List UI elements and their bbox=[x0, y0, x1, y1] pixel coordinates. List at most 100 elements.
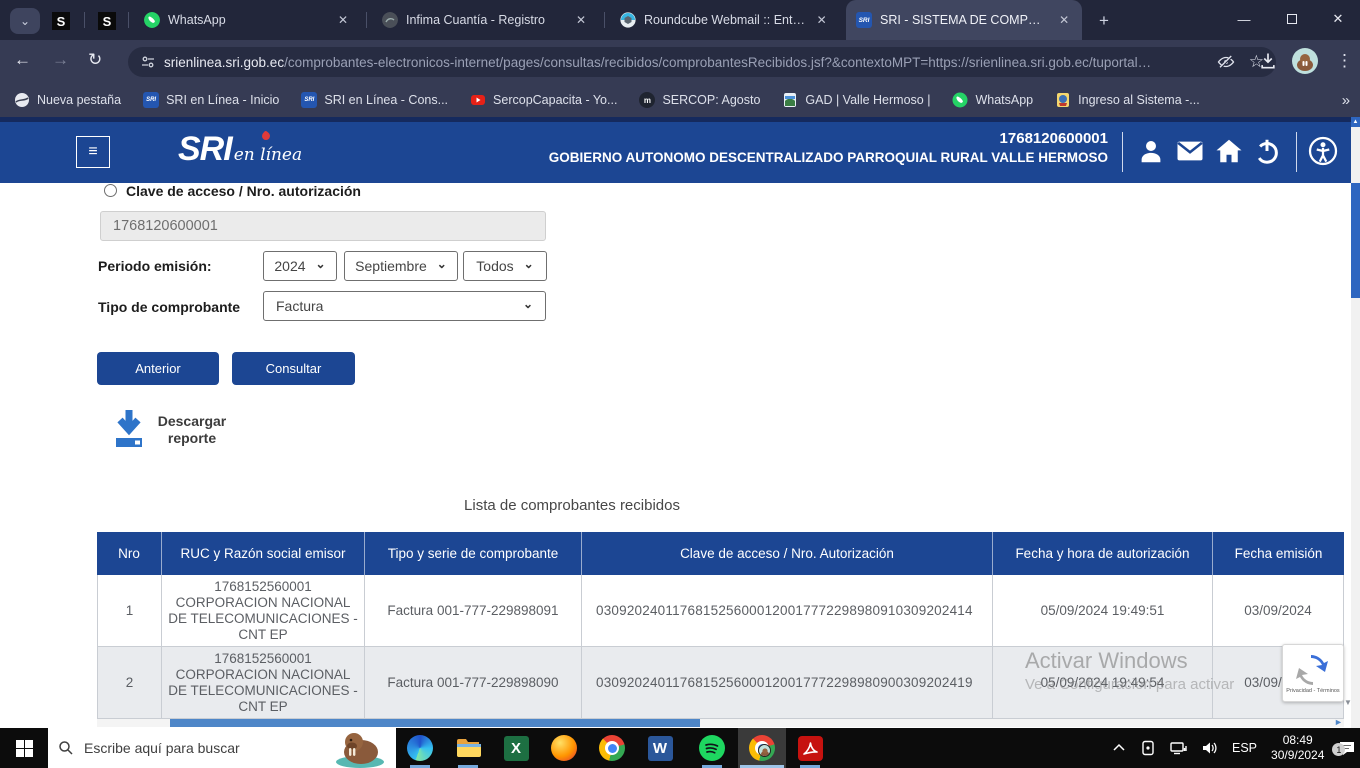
menu-hamburger-button[interactable]: ≡ bbox=[76, 136, 110, 168]
address-bar[interactable]: srienlinea.sri.gob.ec/comprobantes-elect… bbox=[128, 47, 1276, 77]
volume-icon[interactable] bbox=[1201, 740, 1218, 756]
close-icon[interactable]: ✕ bbox=[1056, 11, 1072, 29]
bookmark-ingreso-sistema[interactable]: Ingreso al Sistema -... bbox=[1055, 92, 1200, 108]
walrus-search-image[interactable] bbox=[334, 728, 386, 768]
download-report-label[interactable]: Descargar reporte bbox=[142, 413, 242, 447]
bookmark-sri-inicio[interactable]: SRI SRI en Línea - Inicio bbox=[143, 92, 279, 108]
mail-icon[interactable] bbox=[1175, 136, 1205, 166]
scroll-right-arrow[interactable]: ► bbox=[1334, 717, 1343, 727]
bookmark-sercop-agosto[interactable]: m SERCOP: Agosto bbox=[639, 92, 760, 108]
new-tab-button[interactable]: + bbox=[1092, 9, 1116, 33]
taskbar-chrome-active[interactable] bbox=[738, 728, 786, 768]
reload-button[interactable]: ↻ bbox=[88, 50, 102, 70]
tray-chevron-up-icon[interactable] bbox=[1112, 741, 1126, 755]
network-icon[interactable] bbox=[1170, 740, 1187, 756]
scroll-up-arrow[interactable]: ▲ bbox=[1351, 117, 1360, 127]
eye-off-icon[interactable] bbox=[1217, 53, 1235, 71]
sri-logo[interactable]: SRIen línea bbox=[178, 130, 302, 169]
col-header-fecha-aut[interactable]: Fecha y hora de autorización bbox=[993, 532, 1213, 575]
cell-fecha-autorizacion: 05/09/2024 19:49:51 bbox=[993, 575, 1213, 647]
downloads-icon[interactable] bbox=[1258, 50, 1278, 72]
year-select[interactable]: 2024⌄ bbox=[263, 251, 337, 281]
cell-emisor: 1768152560001 CORPORACION NACIONAL DE TE… bbox=[162, 575, 365, 647]
taskbar-clock[interactable]: 08:49 30/9/2024 bbox=[1271, 733, 1324, 763]
action-center-button[interactable]: 1 bbox=[1338, 739, 1358, 757]
horizontal-scrollbar-thumb[interactable] bbox=[170, 719, 700, 727]
avatar-image bbox=[1292, 48, 1318, 74]
accessibility-icon[interactable] bbox=[1308, 136, 1338, 166]
close-icon[interactable]: ✕ bbox=[572, 11, 590, 29]
bookmark-whatsapp[interactable]: WhatsApp bbox=[952, 92, 1033, 108]
day-select[interactable]: Todos⌄ bbox=[463, 251, 547, 281]
taskbar-search[interactable]: Escribe aquí para buscar bbox=[48, 728, 396, 768]
recaptcha-badge[interactable]: Privacidad - Términos bbox=[1282, 644, 1344, 702]
user-icon[interactable] bbox=[1136, 136, 1166, 166]
back-button[interactable]: ← bbox=[14, 50, 31, 70]
vertical-scrollbar-thumb[interactable] bbox=[1351, 183, 1360, 298]
clave-acceso-input[interactable] bbox=[100, 211, 546, 241]
consultar-button[interactable]: Consultar bbox=[232, 352, 355, 385]
col-header-tipo[interactable]: Tipo y serie de comprobante bbox=[365, 532, 582, 575]
recaptcha-privacy-terms[interactable]: Privacidad - Términos bbox=[1286, 688, 1339, 694]
close-icon[interactable]: ✕ bbox=[334, 11, 352, 29]
clock-date: 30/9/2024 bbox=[1271, 748, 1324, 762]
tipo-comprobante-select[interactable]: Factura⌄ bbox=[263, 291, 546, 321]
search-icon bbox=[58, 740, 74, 756]
tab-whatsapp[interactable]: WhatsApp ✕ bbox=[134, 0, 362, 40]
tab-roundcube[interactable]: Roundcube Webmail :: Entrada ✕ bbox=[610, 0, 840, 40]
close-icon[interactable]: ✕ bbox=[813, 11, 830, 29]
anterior-button[interactable]: Anterior bbox=[97, 352, 219, 385]
site-settings-icon[interactable] bbox=[140, 54, 156, 70]
tab-search-chevron-button[interactable]: ⌄ bbox=[10, 8, 40, 34]
tab-label: SRI - SISTEMA DE COMPROBAN bbox=[880, 13, 1048, 27]
bookmarks-overflow-button[interactable]: » bbox=[1342, 92, 1350, 109]
sri-favicon: SRI bbox=[856, 12, 872, 28]
bookmarks-bar: Nueva pestaña SRI SRI en Línea - Inicio … bbox=[0, 83, 1360, 117]
menu-dots-icon[interactable]: ⋮ bbox=[1336, 51, 1353, 71]
tipo-comprobante-label: Tipo de comprobante bbox=[98, 299, 240, 315]
taskbar-excel[interactable]: X bbox=[492, 728, 540, 768]
scroll-down-arrow[interactable]: ▼ bbox=[1344, 698, 1352, 707]
taskbar-edge[interactable] bbox=[396, 728, 444, 768]
taskbar-acrobat[interactable] bbox=[786, 728, 834, 768]
year-value: 2024 bbox=[274, 258, 305, 274]
bookmark-gad-valle-hermoso[interactable]: GAD | Valle Hermoso | bbox=[782, 92, 930, 108]
power-icon[interactable] bbox=[1252, 136, 1282, 166]
periodo-emision-label: Periodo emisión: bbox=[98, 258, 212, 274]
bookmark-sri-consultas[interactable]: SRI SRI en Línea - Cons... bbox=[301, 92, 448, 108]
phone-link-icon[interactable] bbox=[1140, 740, 1156, 756]
bookmark-label: SERCOP: Agosto bbox=[662, 93, 760, 107]
col-header-nro[interactable]: Nro bbox=[97, 532, 162, 575]
cell-nro: 2 bbox=[97, 647, 162, 719]
taskbar-word[interactable]: W bbox=[636, 728, 684, 768]
forward-button[interactable]: → bbox=[52, 50, 69, 70]
pinned-tab-1[interactable]: S bbox=[48, 8, 74, 34]
month-select[interactable]: Septiembre⌄ bbox=[344, 251, 458, 281]
home-icon[interactable] bbox=[1214, 136, 1244, 166]
language-indicator[interactable]: ESP bbox=[1232, 741, 1257, 755]
taskbar-file-explorer[interactable] bbox=[444, 728, 492, 768]
col-header-fecha-em[interactable]: Fecha emisión bbox=[1213, 532, 1344, 575]
taskbar-spotify[interactable] bbox=[688, 728, 736, 768]
profile-avatar[interactable] bbox=[1292, 48, 1318, 74]
clave-acceso-radio[interactable] bbox=[104, 184, 117, 197]
recaptcha-icon bbox=[1296, 652, 1330, 686]
window-close-button[interactable]: ✕ bbox=[1316, 0, 1360, 38]
start-button[interactable] bbox=[0, 728, 48, 768]
table-row[interactable]: 1 1768152560001 CORPORACION NACIONAL DE … bbox=[97, 575, 1344, 647]
tab-infima-cuantia[interactable]: Infima Cuantía - Registro ✕ bbox=[372, 0, 600, 40]
bookmark-nueva-pestana[interactable]: Nueva pestaña bbox=[14, 92, 121, 108]
taskbar-firefox[interactable] bbox=[540, 728, 588, 768]
col-header-clave[interactable]: Clave de acceso / Nro. Autorización bbox=[582, 532, 993, 575]
chrome-icon bbox=[749, 735, 775, 761]
taskbar-chrome[interactable] bbox=[588, 728, 636, 768]
window-minimize-button[interactable]: — bbox=[1222, 0, 1266, 38]
window-maximize-button[interactable] bbox=[1270, 0, 1314, 38]
tab-separator bbox=[604, 12, 605, 28]
pinned-tab-2[interactable]: S bbox=[94, 8, 120, 34]
col-header-ruc[interactable]: RUC y Razón social emisor bbox=[162, 532, 365, 575]
tab-sri-active[interactable]: SRI SRI - SISTEMA DE COMPROBAN ✕ bbox=[846, 0, 1082, 40]
firefox-icon bbox=[551, 735, 577, 761]
table-title: Lista de comprobantes recibidos bbox=[380, 497, 764, 514]
bookmark-sercopcapacita[interactable]: SercopCapacita - Yo... bbox=[470, 92, 617, 108]
